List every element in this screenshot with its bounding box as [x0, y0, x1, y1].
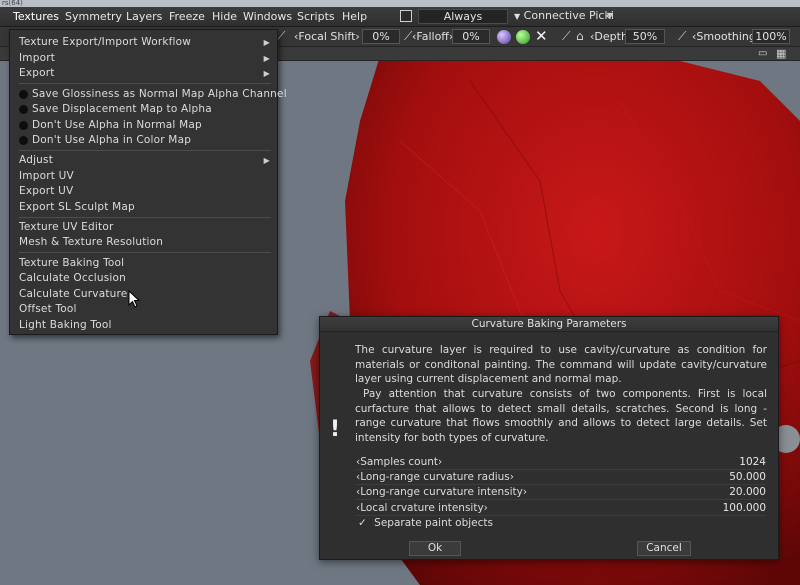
menu-symmetry[interactable]: Symmetry — [65, 10, 122, 23]
menu-item-no-alpha-normal[interactable]: Don't Use Alpha in Normal Map — [19, 118, 274, 133]
window-title: rs(64) — [0, 0, 800, 7]
radio-icon — [19, 105, 28, 114]
param-label: ‹Samples count› — [356, 456, 443, 468]
menu-item-no-alpha-color[interactable]: Don't Use Alpha in Color Map — [19, 133, 274, 148]
param-samples-count[interactable]: ‹Samples count› 1024 — [356, 455, 766, 470]
submenu-arrow-icon: ▶ — [263, 156, 270, 165]
dialog-paragraph-1: The curvature layer is required to use c… — [355, 344, 767, 385]
menu-layers[interactable]: Layers — [126, 10, 162, 23]
menu-item-calculate-occlusion[interactable]: Calculate Occlusion — [19, 271, 274, 286]
radio-icon — [19, 136, 28, 145]
menu-item-mesh-texture-resolution[interactable]: Mesh & Texture Resolution — [19, 235, 274, 250]
param-label: ‹Long-range curvature radius› — [356, 471, 514, 483]
menu-textures[interactable]: Textures — [13, 10, 59, 23]
menu-separator — [19, 217, 271, 218]
param-value[interactable]: 1024 — [739, 455, 766, 470]
separate-paint-objects-label: Separate paint objects — [374, 517, 493, 529]
falloff-field[interactable]: 0% — [452, 29, 490, 44]
param-value[interactable]: 50.000 — [729, 470, 766, 485]
menu-item-save-displacement[interactable]: Save Displacement Map to Alpha — [19, 102, 274, 117]
menu-item-calculate-curvature[interactable]: Calculate Curvature — [19, 287, 274, 302]
menu-item-export-uv[interactable]: Export UV — [19, 184, 274, 199]
menu-item-adjust[interactable]: Adjust ▶ — [19, 153, 274, 168]
connective-arrow-icon: ▼ — [514, 12, 521, 21]
menu-item-texture-uv-editor[interactable]: Texture UV Editor — [19, 220, 274, 235]
menu-separator — [19, 83, 271, 84]
param-long-range-intensity[interactable]: ‹Long-range curvature intensity› 20.000 — [356, 485, 766, 500]
menu-hide[interactable]: Hide — [212, 10, 237, 23]
mode-select[interactable]: Always — [418, 9, 508, 24]
menu-freeze[interactable]: Freeze — [169, 10, 205, 23]
brush-icon: ⟋ — [277, 29, 286, 43]
menu-item-texture-baking[interactable]: Texture Baking Tool — [19, 256, 274, 271]
menu-item-export-sl-sculpt[interactable]: Export SL Sculpt Map — [19, 200, 274, 215]
mode-select-value: Always — [443, 10, 483, 23]
textures-menu: Texture Export/Import Workflow ▶ Import ▶ … — [9, 29, 287, 335]
param-local-intensity[interactable]: ‹Local crvature intensity› 100.000 — [356, 501, 766, 516]
connective-select[interactable]: ▼ Connective Picki ▼ — [510, 9, 616, 24]
connective-select-value: Connective Picki — [523, 9, 614, 22]
material-sphere-icon[interactable] — [497, 30, 511, 44]
param-value[interactable]: 20.000 — [729, 485, 766, 500]
param-label: ‹Long-range curvature intensity› — [356, 486, 528, 498]
menu-separator — [19, 150, 271, 151]
menu-item-export[interactable]: Export ▶ — [19, 66, 274, 81]
menu-item-import-uv[interactable]: Import UV — [19, 169, 274, 184]
cancel-button[interactable]: Cancel — [637, 541, 691, 556]
curvature-dialog: Curvature Baking Parameters ! The curvat… — [319, 316, 779, 560]
menu-windows[interactable]: Windows — [243, 10, 292, 23]
submenu-arrow-icon: ▶ — [263, 69, 270, 78]
radio-icon — [19, 90, 28, 99]
image-icon[interactable]: ▭ — [758, 48, 767, 59]
mode-checkbox[interactable] — [400, 10, 412, 22]
grid-icon[interactable]: ▦ — [776, 47, 786, 60]
mouse-cursor-icon — [128, 290, 140, 308]
depth-brush-icon: ⟋ — [562, 29, 571, 43]
radio-icon — [19, 121, 28, 130]
menu-separator — [19, 252, 271, 253]
exclamation-icon: ! — [330, 417, 341, 442]
menu-help[interactable]: Help — [342, 10, 367, 23]
focal-shift-field[interactable]: 0% — [362, 29, 400, 44]
green-sphere-icon[interactable] — [516, 30, 530, 44]
submenu-arrow-icon: ▶ — [263, 54, 270, 63]
param-long-range-radius[interactable]: ‹Long-range curvature radius› 50.000 — [356, 470, 766, 485]
depth-field[interactable]: 50% — [625, 29, 665, 44]
smoothing-brush-icon: ⟋ — [678, 29, 687, 43]
menu-item-texture-workflow[interactable]: Texture Export/Import Workflow ▶ — [19, 35, 274, 50]
falloff-label: ‹Falloff› — [412, 30, 453, 43]
close-icon[interactable]: ✕ — [535, 27, 548, 45]
menu-item-save-glossiness[interactable]: Save Glossiness as Normal Map Alpha Chan… — [19, 87, 287, 102]
smoothing-label: ‹Smoothing› — [692, 30, 760, 43]
menubar: Textures Symmetry Layers Freeze Hide Win… — [0, 7, 800, 27]
connective-chevron-down-icon: ▼ — [606, 11, 613, 20]
dialog-paragraph-2: Pay attention that curvature consists of… — [355, 388, 767, 444]
menu-item-light-baking[interactable]: Light Baking Tool — [19, 318, 274, 333]
submenu-arrow-icon: ▶ — [263, 38, 270, 47]
lock-icon[interactable]: ⌂ — [576, 29, 584, 43]
param-value[interactable]: 100.000 — [723, 501, 766, 516]
focal-shift-label: ‹Focal Shift› — [294, 30, 360, 43]
menu-scripts[interactable]: Scripts — [297, 10, 335, 23]
separate-paint-objects-checkbox[interactable]: ✓ Separate paint objects — [358, 517, 493, 529]
check-icon: ✓ — [358, 517, 367, 529]
smoothing-field[interactable]: 100% — [752, 29, 790, 44]
menu-item-import[interactable]: Import ▶ — [19, 51, 274, 66]
dialog-title: Curvature Baking Parameters — [320, 317, 778, 332]
ok-button[interactable]: Ok — [409, 541, 461, 556]
param-label: ‹Local crvature intensity› — [356, 502, 488, 514]
menu-item-offset-tool[interactable]: Offset Tool — [19, 302, 274, 317]
